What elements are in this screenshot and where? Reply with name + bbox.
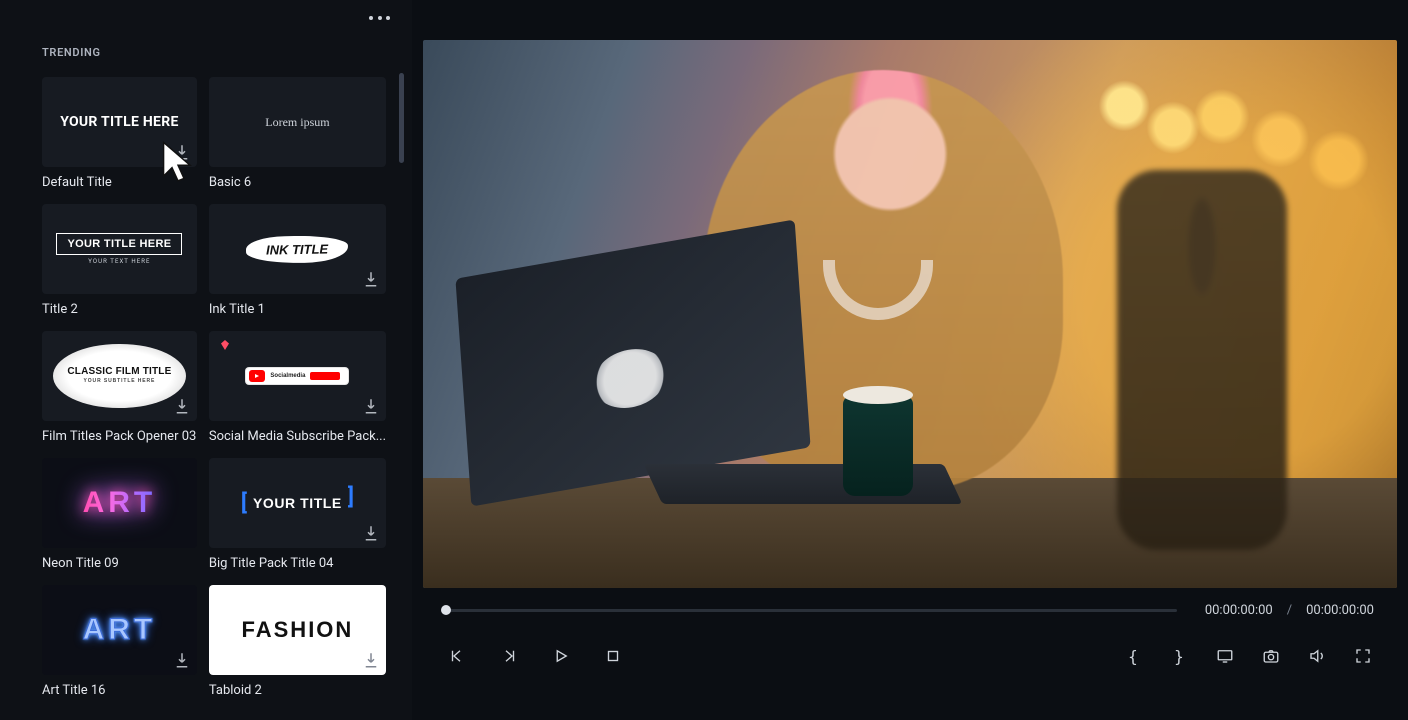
title-item-art-title-16[interactable]: ART Art Title 16 bbox=[42, 585, 197, 698]
thumbnail-text: YOUR TITLE HERE bbox=[60, 114, 178, 130]
play-button[interactable] bbox=[550, 645, 572, 667]
title-browser-scroll: YOUR TITLE HERE Default Title Lorem ipsu… bbox=[0, 63, 412, 720]
title-item-neon-title-09[interactable]: ART Neon Title 09 bbox=[42, 458, 197, 571]
title-label: Neon Title 09 bbox=[42, 556, 197, 571]
premium-icon bbox=[219, 339, 231, 351]
more-options-button[interactable] bbox=[369, 16, 390, 20]
thumbnail-text: Socialmedia bbox=[246, 368, 348, 384]
title-grid: YOUR TITLE HERE Default Title Lorem ipsu… bbox=[0, 63, 412, 718]
volume-button[interactable] bbox=[1306, 645, 1328, 667]
thumbnail-text: Lorem ipsum bbox=[265, 115, 329, 130]
thumbnail-text: INK TITLE bbox=[246, 235, 349, 264]
timeline-bar: 00:00:00:00 / 00:00:00:00 bbox=[412, 588, 1408, 632]
title-label: Tabloid 2 bbox=[209, 683, 386, 698]
scene-cup bbox=[843, 396, 913, 496]
title-thumbnail: INK TITLE bbox=[209, 204, 386, 294]
mark-out-button[interactable]: } bbox=[1168, 645, 1190, 667]
video-preview-wrapper bbox=[412, 0, 1408, 588]
title-thumbnail: Lorem ipsum bbox=[209, 77, 386, 167]
title-thumbnail: ART bbox=[42, 585, 197, 675]
scene-background-person bbox=[1117, 170, 1287, 550]
title-label: Title 2 bbox=[42, 302, 197, 317]
title-label: Default Title bbox=[42, 175, 197, 190]
app-root: TRENDING YOUR TITLE HERE Default Title bbox=[0, 0, 1408, 720]
thumbnail-text: FASHION bbox=[242, 619, 354, 641]
fullscreen-button[interactable] bbox=[1352, 645, 1374, 667]
playback-controls-left bbox=[446, 645, 624, 667]
title-item-default-title[interactable]: YOUR TITLE HERE Default Title bbox=[42, 77, 197, 190]
video-preview[interactable] bbox=[423, 40, 1397, 588]
title-label: Big Title Pack Title 04 bbox=[209, 556, 386, 571]
thumbnail-text: YOUR TITLE HERE YOUR TEXT HERE bbox=[56, 233, 182, 265]
title-label: Art Title 16 bbox=[42, 683, 197, 698]
download-icon bbox=[173, 397, 191, 415]
title-item-title-2[interactable]: YOUR TITLE HERE YOUR TEXT HERE Title 2 bbox=[42, 204, 197, 317]
snapshot-button[interactable] bbox=[1260, 645, 1282, 667]
youtube-icon bbox=[249, 370, 265, 382]
thumbnail-text: ART bbox=[83, 488, 157, 518]
preview-panel: 00:00:00:00 / 00:00:00:00 bbox=[412, 0, 1408, 720]
title-item-film-titles-pack-opener-03[interactable]: CLASSIC FILM TITLE YOUR SUBTITLE HERE Fi… bbox=[42, 331, 197, 444]
title-item-ink-title-1[interactable]: INK TITLE Ink Title 1 bbox=[209, 204, 386, 317]
title-thumbnail: YOUR TITLE HERE YOUR TEXT HERE bbox=[42, 204, 197, 294]
browser-top-bar bbox=[0, 0, 412, 36]
title-label: Film Titles Pack Opener 03 bbox=[42, 429, 197, 444]
title-thumbnail: Socialmedia bbox=[209, 331, 386, 421]
display-button[interactable] bbox=[1214, 645, 1236, 667]
download-icon bbox=[173, 143, 191, 161]
download-icon bbox=[362, 651, 380, 669]
download-icon bbox=[362, 524, 380, 542]
download-icon bbox=[362, 397, 380, 415]
title-label: Basic 6 bbox=[209, 175, 386, 190]
mark-in-button[interactable]: { bbox=[1122, 645, 1144, 667]
timecode-current: 00:00:00:00 bbox=[1205, 603, 1273, 618]
title-browser: TRENDING YOUR TITLE HERE Default Title bbox=[0, 0, 412, 720]
title-item-big-title-pack-04[interactable]: [ YOUR TITLE ] Big Title Pack Title 04 bbox=[209, 458, 386, 571]
previous-frame-button[interactable] bbox=[446, 645, 468, 667]
title-thumbnail: [ YOUR TITLE ] bbox=[209, 458, 386, 548]
stop-button[interactable] bbox=[602, 645, 624, 667]
timecode-total: 00:00:00:00 bbox=[1306, 603, 1374, 618]
thumbnail-text: [ YOUR TITLE ] bbox=[241, 491, 354, 516]
title-thumbnail: CLASSIC FILM TITLE YOUR SUBTITLE HERE bbox=[42, 331, 197, 421]
scene-keyboard bbox=[644, 464, 963, 504]
title-thumbnail: YOUR TITLE HERE bbox=[42, 77, 197, 167]
title-thumbnail: ART bbox=[42, 458, 197, 548]
title-label: Social Media Subscribe Pack... bbox=[209, 429, 386, 444]
title-thumbnail: FASHION bbox=[209, 585, 386, 675]
thumbnail-text: CLASSIC FILM TITLE YOUR SUBTITLE HERE bbox=[53, 344, 186, 409]
title-label: Ink Title 1 bbox=[209, 302, 386, 317]
timecode-separator: / bbox=[1287, 603, 1292, 618]
playback-controls: { } bbox=[412, 632, 1408, 680]
thumbnail-text: ART bbox=[83, 615, 157, 645]
section-header: TRENDING bbox=[0, 36, 412, 63]
download-icon bbox=[173, 651, 191, 669]
next-frame-button[interactable] bbox=[498, 645, 520, 667]
timeline-track[interactable] bbox=[446, 609, 1177, 612]
timecode-group: 00:00:00:00 / 00:00:00:00 bbox=[1205, 603, 1374, 618]
download-icon bbox=[362, 270, 380, 288]
browser-scrollbar[interactable] bbox=[399, 73, 404, 163]
title-item-tabloid-2[interactable]: FASHION Tabloid 2 bbox=[209, 585, 386, 698]
title-item-basic-6[interactable]: Lorem ipsum Basic 6 bbox=[209, 77, 386, 190]
title-item-social-media-subscribe[interactable]: Socialmedia Social Media Subscribe Pack.… bbox=[209, 331, 386, 444]
playhead[interactable] bbox=[441, 605, 451, 615]
playback-controls-right: { } bbox=[1122, 645, 1374, 667]
